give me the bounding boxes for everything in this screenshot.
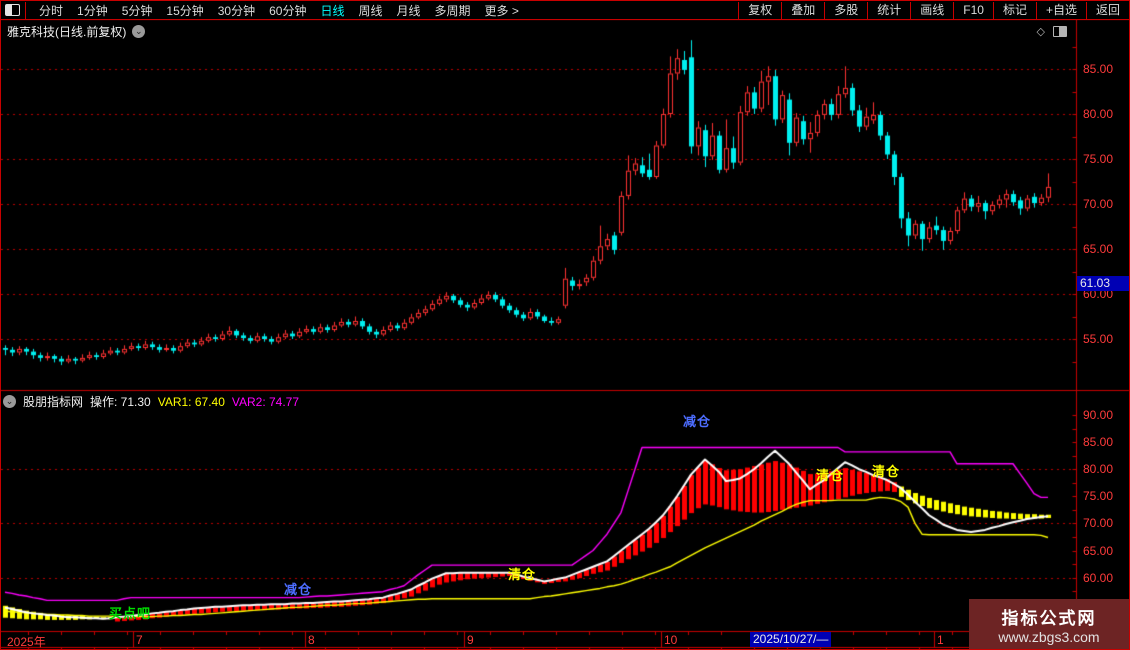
tab-5min[interactable]: 5分钟: [122, 2, 153, 19]
tab-monthly[interactable]: 月线: [397, 2, 421, 19]
button-fanhui[interactable]: 返回: [1085, 1, 1129, 19]
chart-title-bar: 雅克科技(日线.前复权) ⌄: [7, 23, 146, 40]
diamond-icon[interactable]: ◇: [1037, 25, 1045, 38]
sub-price-label: 70.00: [1083, 516, 1114, 531]
indicator-var1-value: VAR1: 67.40: [157, 394, 225, 409]
indicator-var2-value: VAR2: 74.77: [231, 394, 300, 409]
main-price-label: 70.00: [1083, 197, 1114, 211]
button-diejia[interactable]: 叠加: [781, 1, 824, 19]
period-tabs: 分时 1分钟 5分钟 15分钟 30分钟 60分钟 日线 周线 月线 多周期 更多 >: [32, 2, 526, 19]
sub-price-label: 60.00: [1083, 570, 1114, 585]
window-icons: ◇: [1037, 25, 1067, 38]
split-view-icon[interactable]: [5, 4, 20, 16]
chevron-down-icon[interactable]: ⌄: [132, 25, 146, 38]
signal-label: 清仓: [816, 467, 845, 483]
watermark-site-name: 指标公式网: [1001, 608, 1097, 628]
split-pane-icon[interactable]: [1053, 26, 1067, 37]
tab-more[interactable]: 更多 >: [485, 2, 519, 19]
page-title: 雅克科技(日线.前复权): [7, 25, 127, 39]
sub-price-label: 65.00: [1083, 543, 1114, 558]
tab-1min[interactable]: 1分钟: [77, 2, 108, 19]
button-duogu[interactable]: 多股: [824, 1, 867, 19]
button-tongji[interactable]: 统计: [867, 1, 910, 19]
watermark-url: www.zbgs3.com: [998, 628, 1100, 645]
signal-label: 减仓: [683, 413, 712, 429]
chart-canvas[interactable]: [1, 1, 1129, 649]
main-price-label: 55.00: [1083, 332, 1114, 346]
sub-price-label: 75.00: [1083, 489, 1114, 504]
month-label-7: 7: [136, 633, 143, 647]
month-label-1: 1: [937, 633, 944, 647]
stock-app-window: 分时 1分钟 5分钟 15分钟 30分钟 60分钟 日线 周线 月线 多周期 更多 > 复权 叠加 多股…: [0, 0, 1130, 650]
tab-fenshi[interactable]: 分时: [39, 2, 63, 19]
sub-price-label: 80.00: [1083, 462, 1114, 477]
tab-60min[interactable]: 60分钟: [269, 2, 306, 19]
main-price-label: 75.00: [1083, 152, 1114, 166]
year-label: 2025年: [7, 635, 46, 649]
tab-30min[interactable]: 30分钟: [218, 2, 255, 19]
button-fuquan[interactable]: 复权: [738, 1, 781, 19]
button-biaoji[interactable]: 标记: [992, 1, 1036, 19]
tab-weekly[interactable]: 周线: [358, 2, 382, 19]
month-label-8: 8: [308, 633, 315, 647]
last-price-badge: 61.03: [1077, 276, 1129, 291]
tab-multi-period[interactable]: 多周期: [435, 2, 471, 19]
indicator-name: 股朋指标网: [23, 395, 84, 409]
signal-label: 买点吧: [109, 605, 152, 621]
main-price-label: 85.00: [1083, 62, 1114, 76]
toolbar-divider: [25, 1, 26, 19]
button-zixuan[interactable]: +自选: [1035, 1, 1086, 19]
top-toolbar: 分时 1分钟 5分钟 15分钟 30分钟 60分钟 日线 周线 月线 多周期 更多 > 复权 叠加 多股…: [1, 1, 1129, 20]
tab-15min[interactable]: 15分钟: [166, 2, 203, 19]
watermark: 指标公式网 www.zbgs3.com: [969, 599, 1129, 649]
signal-label: 减仓: [284, 581, 313, 597]
button-f10[interactable]: F10: [953, 1, 993, 19]
main-price-label: 65.00: [1083, 242, 1114, 256]
indicator-op-value: 操作: 71.30: [90, 395, 151, 409]
signal-label: 清仓: [872, 464, 901, 480]
action-buttons: 复权 叠加 多股 统计 画线 F10 标记 +自选 返回: [738, 1, 1129, 19]
button-huaxian[interactable]: 画线: [910, 1, 953, 19]
sub-price-label: 85.00: [1083, 435, 1114, 450]
month-label-10: 10: [664, 633, 678, 647]
signal-label: 清仓: [508, 567, 537, 583]
tab-daily[interactable]: 日线: [320, 2, 344, 19]
indicator-header: ⌄ 股朋指标网 操作: 71.30 VAR1: 67.40 VAR2: 74.7…: [3, 393, 299, 410]
sub-price-label: 90.00: [1083, 408, 1114, 422]
chevron-down-icon[interactable]: ⌄: [3, 395, 16, 408]
month-label-9: 9: [467, 633, 474, 647]
main-price-label: 80.00: [1083, 107, 1114, 121]
cursor-date-badge: 2025/10/27/—: [750, 632, 832, 647]
